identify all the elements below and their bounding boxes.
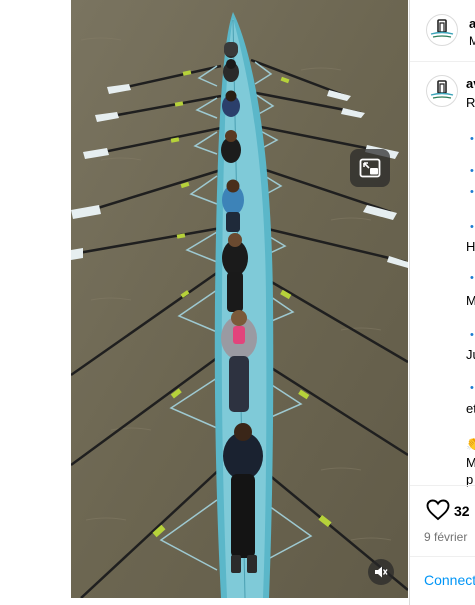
picture-in-picture-button[interactable] (350, 149, 390, 187)
author-avatar[interactable] (426, 14, 458, 46)
header-divider (410, 61, 475, 62)
post-video[interactable] (71, 0, 408, 598)
caption-line: R (466, 95, 475, 110)
post-side-panel: a M av R • • • • H • M • Ju • et 👏 M p 3… (409, 0, 475, 605)
like-button[interactable] (426, 499, 450, 526)
caption-bullet: • (470, 272, 474, 284)
heart-outline-icon (426, 499, 450, 521)
likes-count[interactable]: 32 (454, 503, 470, 519)
caption-line: et (466, 401, 475, 416)
caption-line: Ju (466, 347, 475, 362)
caption-bullet: • (470, 221, 474, 233)
rowing-boat-photo (71, 0, 408, 598)
club-logo-icon (430, 19, 454, 38)
caption-line: M (466, 293, 475, 308)
caption-line: M (466, 455, 475, 470)
picture-in-picture-icon (359, 158, 381, 178)
caption-bullet: • (470, 165, 474, 177)
author-username[interactable]: a (469, 16, 475, 31)
caption-bullet: • (470, 186, 474, 198)
author-location: M (469, 34, 475, 48)
club-logo-icon (430, 80, 454, 99)
caption-author-avatar[interactable] (426, 75, 458, 107)
caption-bullet: • (470, 382, 474, 394)
connect-link[interactable]: Connect (424, 572, 475, 588)
caption-bullet: • (470, 133, 474, 145)
caption-line: H (466, 239, 475, 254)
mute-toggle-button[interactable] (368, 559, 394, 585)
muted-speaker-icon (375, 566, 388, 578)
actions-divider (410, 485, 475, 486)
caption-author-username[interactable]: av (466, 76, 475, 91)
post-date: 9 février (424, 530, 468, 544)
footer-divider (410, 556, 475, 557)
clap-emoji: 👏 (466, 436, 475, 452)
caption-bullet: • (470, 329, 474, 341)
